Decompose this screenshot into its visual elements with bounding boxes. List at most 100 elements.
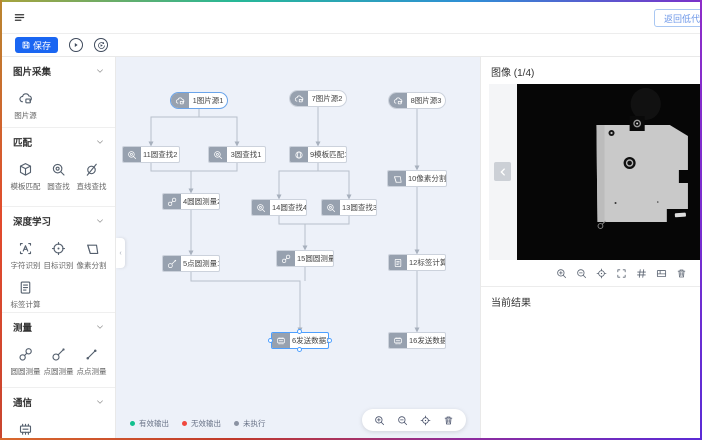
run-button[interactable]	[69, 38, 83, 52]
flow-node-10[interactable]: 10像素分割1	[387, 170, 447, 187]
flow-node-6[interactable]: 6发送数据1	[271, 332, 329, 349]
sidebar-collapse-handle[interactable]: ‹	[116, 238, 125, 268]
segment-icon	[392, 174, 402, 184]
flow-edge	[279, 163, 318, 196]
flow-node-1[interactable]: 1图片源1	[170, 92, 228, 109]
sidebar-section-header[interactable]: 通信	[2, 395, 115, 409]
node-label: 14圆查找4	[270, 202, 306, 213]
circle-search-icon	[326, 203, 336, 213]
save-label: 保存	[33, 39, 51, 52]
sidebar-item-字符识别[interactable]: 字符识别	[9, 241, 42, 271]
sidebar-section-title: 匹配	[13, 135, 32, 149]
sidebar-item-目标识别[interactable]: 目标识别	[42, 241, 75, 271]
flow-node-9[interactable]: 9模板匹配1	[289, 146, 347, 163]
flow-canvas[interactable]: 1图片源1 7图片源2 8图片源3 11圆查找2 3圆查找1 9模板匹配1 10像素分割1 4…	[116, 57, 480, 438]
node-handle[interactable]	[327, 338, 332, 343]
flow-node-15[interactable]: 15圆圆测量3	[276, 250, 334, 267]
node-label: 4圆圆测量2	[181, 196, 219, 207]
node-label: 15圆圆测量3	[295, 253, 333, 264]
legend-dot	[130, 421, 135, 426]
sidebar-item-模板匹配[interactable]: 模板匹配	[9, 162, 42, 192]
back-to-lowcode-button[interactable]: 返回低代	[654, 9, 700, 27]
zoom-in-icon[interactable]	[556, 268, 567, 279]
flow-node-5[interactable]: 5点圆测量1	[162, 255, 220, 272]
inspection-image[interactable]	[517, 84, 700, 260]
node-handle[interactable]	[268, 338, 273, 343]
chevron-down-icon[interactable]	[95, 137, 105, 147]
flow-node-4[interactable]: 4圆圆测量2	[162, 193, 220, 210]
frame-border-top	[0, 0, 702, 2]
fullscreen-icon[interactable]	[616, 268, 627, 279]
chevron-down-icon[interactable]	[95, 322, 105, 332]
sidebar-item-图片源[interactable]: 图片源	[9, 91, 42, 121]
flow-edges	[116, 57, 480, 438]
sidebar-item-像素分割[interactable]: 像素分割	[75, 241, 108, 271]
cloud-image-icon	[18, 91, 33, 106]
chevron-down-icon[interactable]	[95, 66, 105, 76]
flow-node-13[interactable]: 13圆查找3	[321, 199, 377, 216]
sidebar-item-点点测量[interactable]: 点点测量	[75, 347, 108, 377]
trash-icon[interactable]	[443, 415, 454, 426]
sidebar-item-标签计算[interactable]: 标签计算	[9, 280, 42, 310]
grid-icon[interactable]	[636, 268, 647, 279]
flow-node-8[interactable]: 8图片源3	[388, 92, 446, 109]
sidebar-section-header[interactable]: 匹配	[2, 135, 115, 149]
point-point-icon	[84, 347, 99, 362]
node-handle[interactable]	[297, 329, 302, 334]
node-label: 10像素分割1	[406, 173, 446, 184]
node-label: 5点圆测量1	[181, 258, 219, 269]
flow-node-16[interactable]: 16发送数据2	[388, 332, 446, 349]
chevron-down-icon[interactable]	[95, 397, 105, 407]
zoom-out-icon[interactable]	[576, 268, 587, 279]
prev-image-button[interactable]	[494, 162, 511, 181]
segment-icon	[84, 241, 99, 256]
flow-node-7[interactable]: 7图片源2	[289, 90, 347, 107]
locate-icon[interactable]	[596, 268, 607, 279]
circle-circle-icon	[167, 197, 177, 207]
cloud-image-icon	[393, 96, 403, 106]
sphere-icon	[294, 150, 304, 160]
flow-node-12[interactable]: 12标签计算1	[388, 254, 446, 271]
node-label: 9模板匹配1	[308, 149, 346, 160]
legend-label: 无效输出	[191, 418, 221, 429]
zoom-out-icon[interactable]	[397, 415, 408, 426]
flow-edge	[305, 216, 349, 224]
sidebar-item-label: 点点测量	[77, 366, 107, 377]
node-label: 12标签计算1	[407, 257, 445, 268]
flow-node-11[interactable]: 11圆查找2	[122, 146, 180, 163]
node-label: 11圆查找2	[141, 149, 179, 160]
trash-icon[interactable]	[676, 268, 687, 279]
sidebar-item-直线查找[interactable]: 直线查找	[75, 162, 108, 192]
sidebar-section-header[interactable]: 深度学习	[2, 214, 115, 228]
line-find-icon	[84, 162, 99, 177]
zoom-in-icon[interactable]	[374, 415, 385, 426]
plc-icon	[276, 336, 286, 346]
run-loop-button[interactable]	[94, 38, 108, 52]
sidebar-section: 测量圆圆测量点圆测量点点测量	[2, 313, 115, 388]
sidebar-item-圆圆测量[interactable]: 圆圆测量	[9, 347, 42, 377]
sidebar-item-圆查找[interactable]: 圆查找	[42, 162, 75, 192]
flow-edge	[191, 272, 300, 329]
plc-icon	[393, 336, 403, 346]
sidebar-item-plc[interactable]	[9, 422, 42, 438]
node-label: 1图片源1	[189, 95, 227, 106]
legend-label: 未执行	[243, 418, 266, 429]
save-icon	[22, 41, 30, 49]
save-button[interactable]: 保存	[15, 37, 58, 53]
frame-border-left	[0, 0, 2, 440]
sidebar-item-点圆测量[interactable]: 点圆测量	[42, 347, 75, 377]
flow-node-14[interactable]: 14圆查找4	[251, 199, 307, 216]
menu-icon[interactable]	[14, 12, 25, 23]
flow-edge	[318, 163, 349, 196]
sidebar-section-header[interactable]: 图片采集	[2, 64, 115, 78]
preview-panel: 图像 (1/4)	[480, 57, 700, 438]
sidebar-section-header[interactable]: 测量	[2, 320, 115, 334]
flow-node-3[interactable]: 3圆查找1	[208, 146, 266, 163]
main-area: 图片采集图片源匹配模板匹配圆查找直线查找深度学习字符识别目标识别像素分割标签计算…	[2, 57, 700, 438]
node-handle[interactable]	[297, 347, 302, 352]
locate-icon[interactable]	[420, 415, 431, 426]
chevron-down-icon[interactable]	[95, 216, 105, 226]
legend-dot	[182, 421, 187, 426]
fit-icon[interactable]	[656, 268, 667, 279]
cloud-image-icon	[294, 94, 304, 104]
